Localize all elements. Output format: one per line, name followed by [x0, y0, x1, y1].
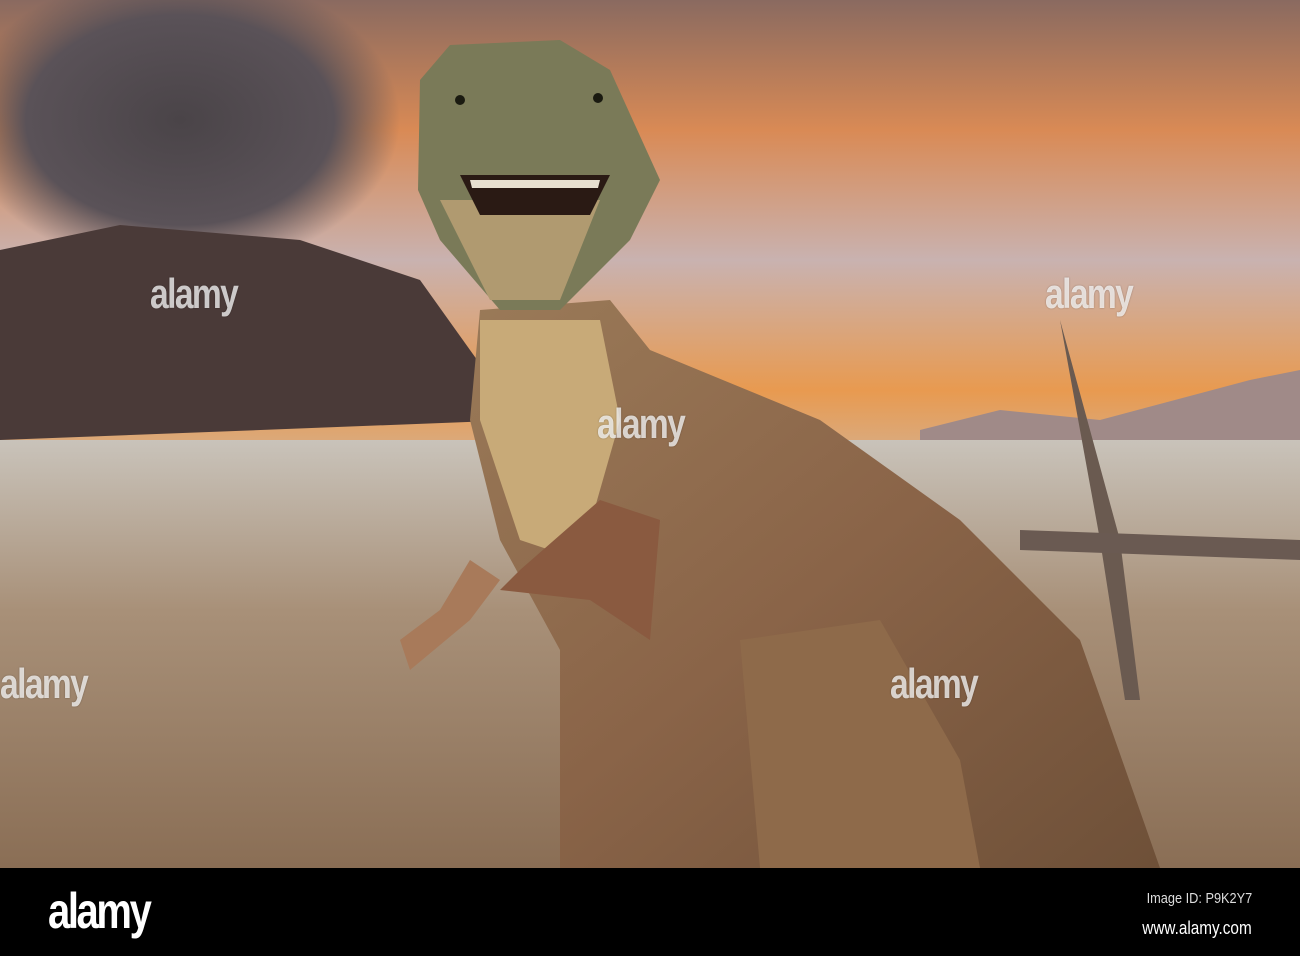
footer-bar: alamy Image ID: P9K2Y7 www.alamy.com [0, 868, 1300, 956]
watermark: alamy [1045, 270, 1134, 317]
website-url: www.alamy.com [1142, 918, 1252, 938]
watermark: alamy [597, 400, 686, 447]
alamy-logo: alamy [48, 883, 152, 939]
image-id: Image ID: P9K2Y7 [1146, 890, 1252, 907]
watermark: alamy [890, 660, 979, 707]
watermark: alamy [0, 660, 89, 707]
stock-photo: alamy alamy alamy alamy alamy alamy Imag… [0, 0, 1300, 956]
watermark: alamy [150, 270, 239, 317]
